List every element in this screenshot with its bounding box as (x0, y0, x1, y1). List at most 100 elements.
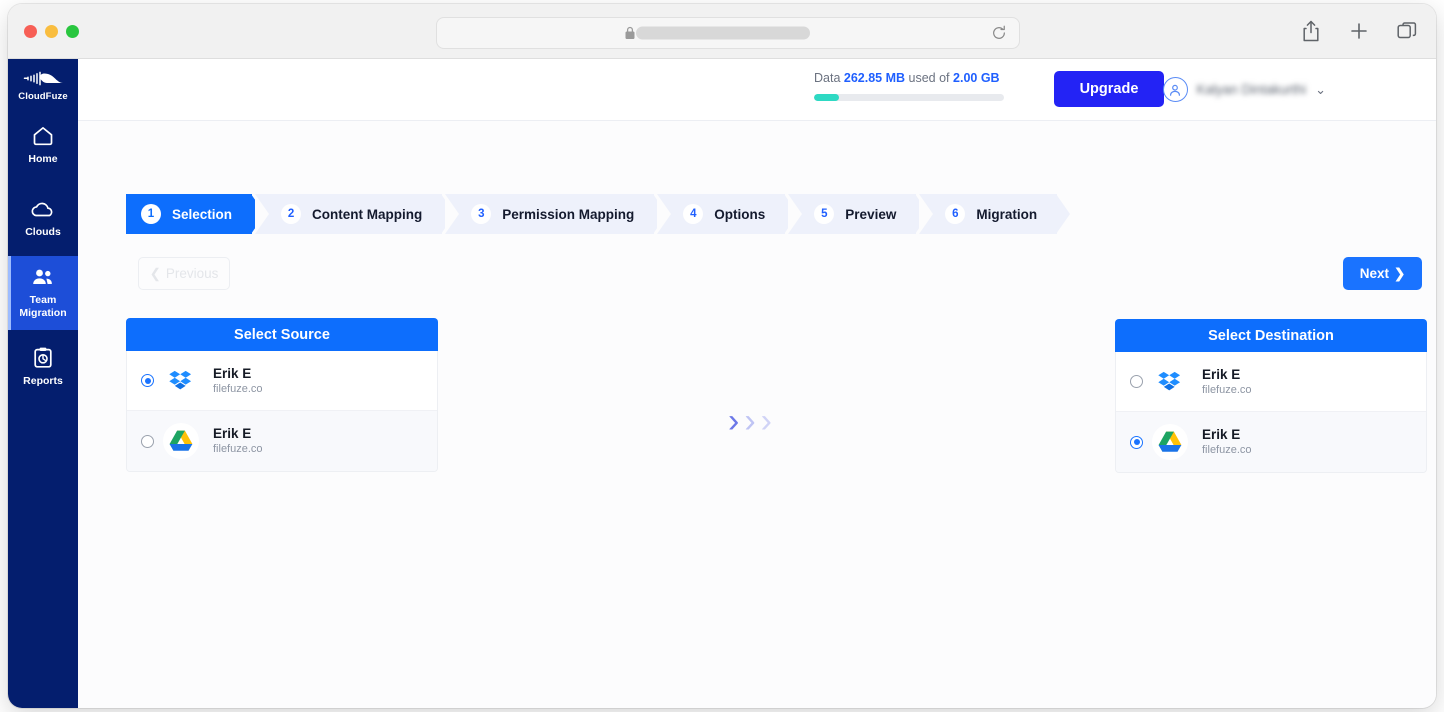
source-account-domain-dropbox: filefuze.co (213, 382, 263, 395)
select-destination-panel: Select Destination Erik E filefuze.co Er… (1115, 319, 1427, 473)
previous-button[interactable]: ❮ Previous (138, 257, 230, 290)
transfer-direction-arrows: › › › (728, 404, 772, 438)
application-body: CloudFuze Home Clouds Team Migration Rep… (8, 59, 1436, 708)
usage-prefix-label: Data (814, 71, 841, 85)
sidebar-item-clouds[interactable]: Clouds (8, 182, 78, 256)
main-content: 1 Selection 2 Content Mapping 3 Permissi… (78, 121, 1436, 708)
destination-account-name-google-drive: Erik E (1202, 427, 1241, 442)
upgrade-button[interactable]: Upgrade (1054, 71, 1164, 107)
sidebar-item-home[interactable]: Home (8, 108, 78, 182)
sidebar-item-home-label: Home (28, 153, 58, 166)
usage-total-value: 2.00 GB (953, 71, 1000, 85)
chevron-left-icon: ❮ (149, 265, 161, 281)
step-content-mapping-number: 2 (281, 204, 302, 224)
browser-window: CloudFuze Home Clouds Team Migration Rep… (8, 4, 1436, 708)
destination-account-name-dropbox: Erik E (1202, 366, 1241, 382)
destination-account-domain-dropbox: filefuze.co (1202, 383, 1252, 396)
browser-toolbar-actions (1300, 19, 1418, 43)
dropbox-icon (163, 362, 199, 399)
transfer-chevron-2: › (744, 402, 756, 440)
new-tab-plus-icon[interactable] (1348, 19, 1370, 43)
address-bar[interactable] (436, 17, 1020, 49)
window-traffic-lights (24, 25, 79, 38)
show-tabs-icon[interactable] (1396, 19, 1418, 43)
lock-icon (625, 26, 635, 39)
dropbox-icon (1152, 363, 1188, 400)
maximize-window-button[interactable] (66, 25, 79, 38)
chevron-down-icon: ⌄ (1315, 81, 1326, 97)
sidebar-item-clouds-label: Clouds (25, 226, 61, 239)
account-menu[interactable]: Kalyan Dintakurthi ⌄ (1162, 77, 1326, 102)
usage-middle-label: used of (908, 71, 950, 85)
destination-account-info-google-drive: Erik E filefuze.co (1202, 426, 1252, 458)
source-account-row-google-drive[interactable]: Erik E filefuze.co (127, 411, 437, 471)
step-preview-number: 5 (814, 204, 835, 224)
close-window-button[interactable] (24, 25, 37, 38)
users-icon (33, 269, 52, 284)
destination-account-row-dropbox[interactable]: Erik E filefuze.co (1116, 352, 1426, 412)
usage-used-value: 262.85 MB (843, 71, 906, 85)
sidebar: CloudFuze Home Clouds Team Migration Rep… (8, 59, 78, 708)
step-migration-number: 6 (945, 204, 966, 224)
browser-toolbar (8, 4, 1436, 59)
source-account-info-dropbox: Erik E filefuze.co (213, 365, 263, 397)
brand-label: CloudFuze (18, 91, 68, 102)
step-options-number: 4 (683, 204, 704, 224)
destination-radio-dropbox[interactable] (1130, 375, 1143, 388)
step-permission-mapping-label: Permission Mapping (502, 206, 635, 222)
source-account-row-dropbox[interactable]: Erik E filefuze.co (127, 351, 437, 411)
google-drive-icon (163, 423, 199, 459)
transfer-chevron-1: › (728, 402, 740, 440)
step-selection-label: Selection (172, 206, 233, 222)
step-content-mapping[interactable]: 2 Content Mapping (255, 194, 456, 234)
destination-account-domain-google-drive: filefuze.co (1202, 444, 1252, 456)
step-options-label: Options (714, 206, 766, 222)
clipboard-chart-icon (34, 347, 52, 368)
step-permission-mapping-number: 3 (471, 204, 492, 224)
sidebar-item-team-migration-label: Team Migration (19, 294, 67, 319)
select-destination-list: Erik E filefuze.co Erik E filefuze.co (1115, 352, 1427, 473)
data-usage-progress-track (814, 94, 1004, 101)
previous-button-label: Previous (165, 266, 219, 281)
sidebar-item-team-migration[interactable]: Team Migration (8, 256, 78, 330)
chevron-right-icon: ❯ (1393, 265, 1406, 281)
destination-account-row-google-drive[interactable]: Erik E filefuze.co (1116, 412, 1426, 472)
select-source-list: Erik E filefuze.co Erik E filefuze.co (126, 351, 438, 472)
source-account-info-google-drive: Erik E filefuze.co (213, 425, 263, 457)
step-migration-label: Migration (976, 206, 1038, 222)
account-name: Kalyan Dintakurthi (1196, 82, 1307, 97)
step-preview-label: Preview (845, 206, 897, 222)
avatar (1162, 77, 1188, 102)
sidebar-item-reports[interactable]: Reports (8, 330, 78, 404)
data-usage-text: Data 262.85 MB used of 2.00 GB (814, 71, 1004, 85)
google-drive-icon (1152, 424, 1188, 460)
source-account-name-google-drive: Erik E (213, 426, 252, 441)
source-radio-google-drive[interactable] (141, 434, 154, 448)
home-icon (33, 127, 53, 146)
transfer-chevron-3: › (760, 402, 772, 440)
step-options[interactable]: 4 Options (657, 194, 799, 234)
source-account-domain-google-drive: filefuze.co (213, 443, 263, 455)
source-radio-dropbox[interactable] (141, 374, 154, 387)
brand-logo[interactable]: CloudFuze (8, 59, 78, 102)
step-preview[interactable]: 5 Preview (788, 194, 930, 234)
destination-radio-google-drive[interactable] (1130, 435, 1143, 449)
reload-icon[interactable] (991, 25, 1007, 41)
top-header-bar: Data 262.85 MB used of 2.00 GB Upgrade K… (78, 59, 1436, 121)
user-icon (1170, 84, 1181, 96)
minimize-window-button[interactable] (45, 25, 58, 38)
cloudfuze-logo-icon (23, 71, 63, 86)
source-account-name-dropbox: Erik E (213, 365, 252, 381)
migration-stepper: 1 Selection 2 Content Mapping 3 Permissi… (126, 194, 1070, 234)
step-selection[interactable]: 1 Selection (126, 194, 266, 234)
select-source-title: Select Source (126, 318, 438, 351)
step-migration[interactable]: 6 Migration (919, 194, 1070, 234)
step-selection-number: 1 (141, 204, 161, 224)
cloud-icon (31, 202, 53, 217)
next-button[interactable]: Next ❯ (1343, 257, 1422, 290)
destination-account-info-dropbox: Erik E filefuze.co (1202, 366, 1252, 398)
data-usage-meter: Data 262.85 MB used of 2.00 GB (814, 71, 1004, 101)
data-usage-progress-fill (814, 94, 839, 101)
step-permission-mapping[interactable]: 3 Permission Mapping (445, 194, 668, 234)
share-icon[interactable] (1300, 19, 1322, 43)
